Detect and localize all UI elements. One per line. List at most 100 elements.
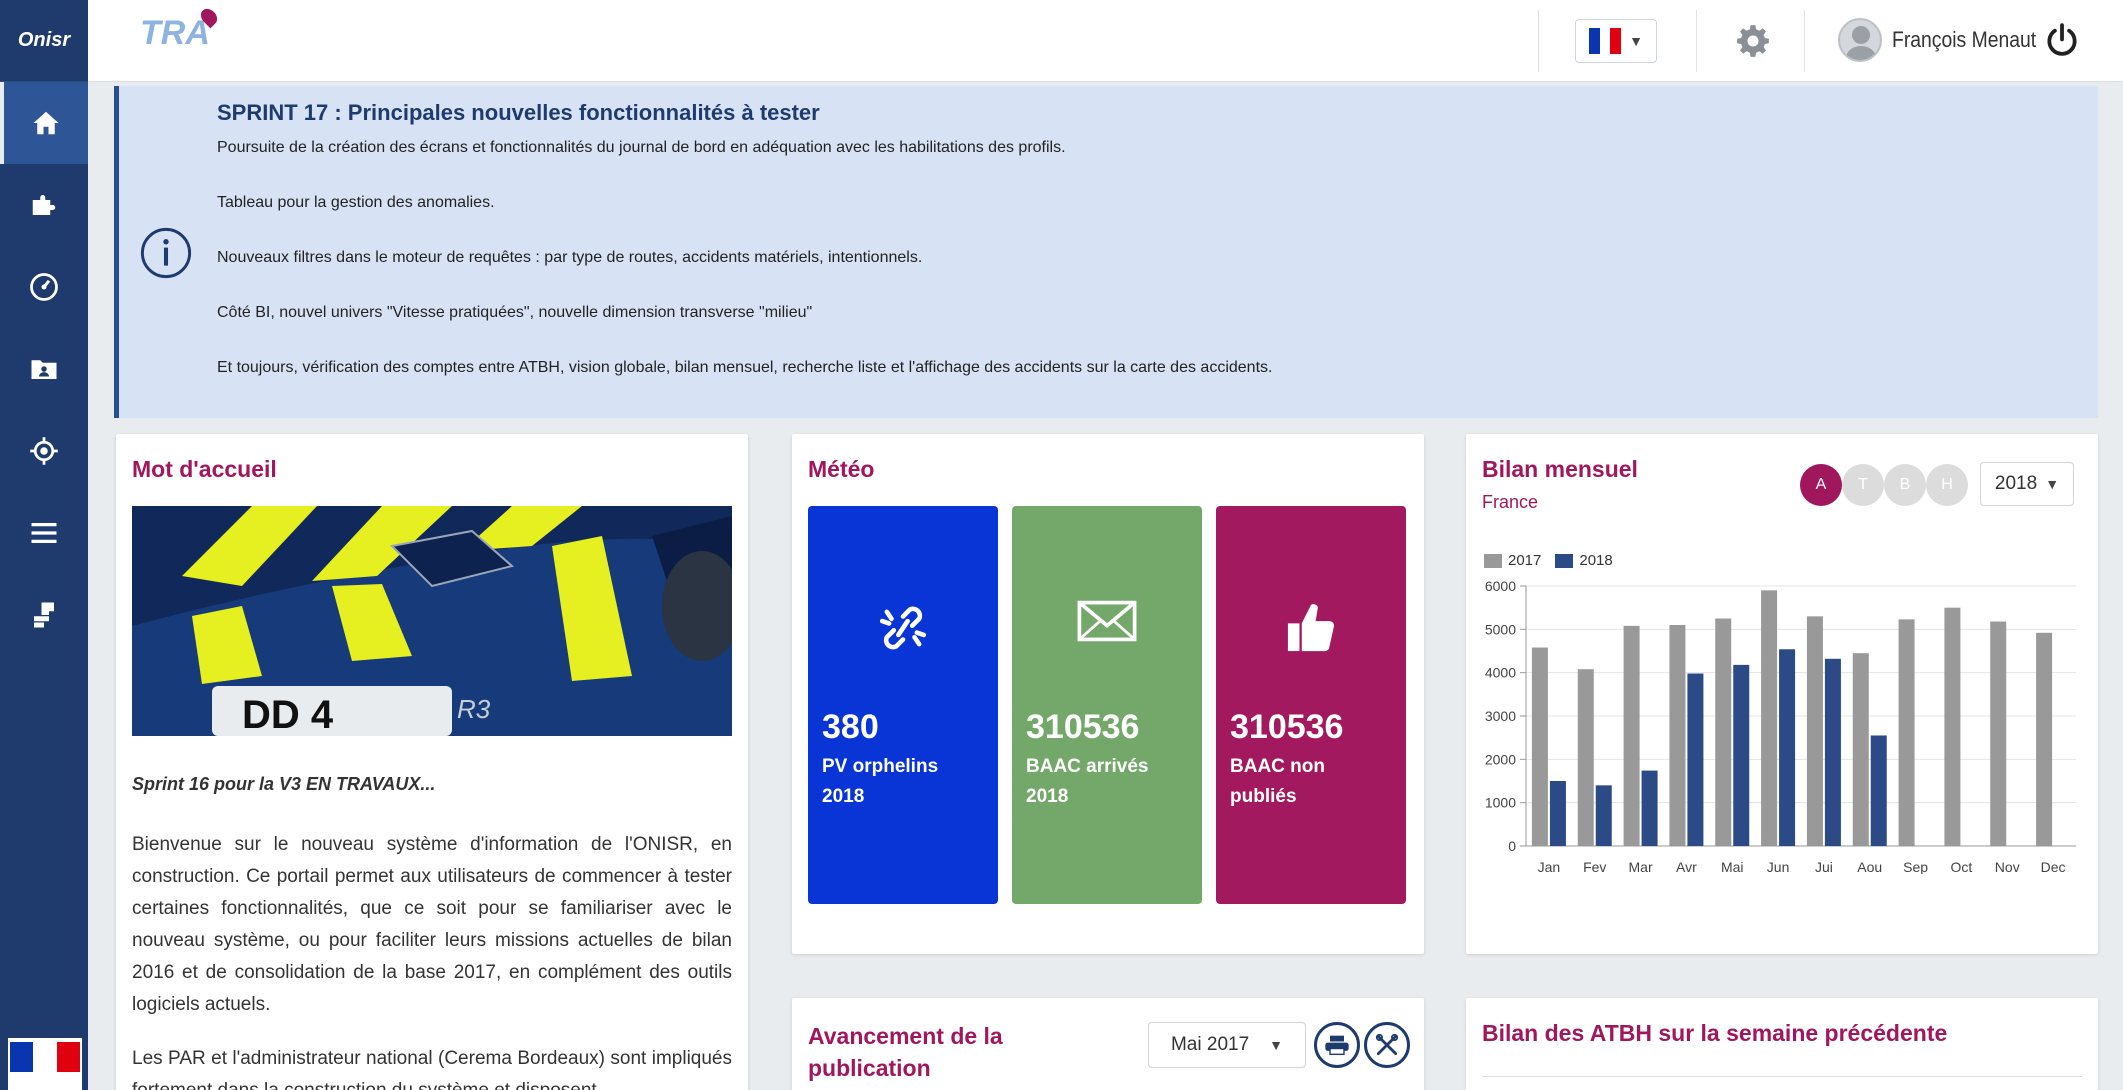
- caret-down-icon: ▼: [1629, 33, 1643, 49]
- filter-h-button[interactable]: H: [1926, 464, 1968, 506]
- user-menu[interactable]: François Menaut: [1838, 18, 2056, 62]
- x-tick-label: Dec: [2041, 859, 2066, 874]
- x-tick-label: Avr: [1676, 859, 1697, 874]
- bar-2017-Sep: [1898, 619, 1915, 846]
- sidebar-item-dashboard[interactable]: [0, 246, 88, 328]
- sidebar-item-home[interactable]: [0, 82, 88, 164]
- menu-icon: [31, 523, 57, 543]
- banner-line: Poursuite de la création des écrans et f…: [217, 139, 1066, 156]
- welcome-subtitle: Sprint 16 pour la V3 EN TRAVAUX...: [132, 774, 436, 794]
- x-tick-label: Jui: [1815, 859, 1833, 874]
- broken-link-icon: [879, 606, 927, 650]
- meteo-card: Météo 380 PV orphelins 2018 310536 BAAC a…: [792, 434, 1424, 954]
- bar-2018-Avr: [1687, 673, 1704, 846]
- tools-icon: [1375, 1033, 1399, 1056]
- y-tick-label: 5000: [1485, 621, 1516, 637]
- welcome-photo: DD 4 R3: [132, 506, 732, 736]
- sidebar-item-menu[interactable]: [0, 492, 88, 574]
- stamp-icon: [34, 602, 54, 628]
- sidebar-item-admin[interactable]: [0, 574, 88, 656]
- banner-line: Côté BI, nouvel univers "Vitesse pratiqu…: [217, 304, 813, 321]
- gear-icon[interactable]: [1734, 22, 1772, 60]
- legend-item[interactable]: 2017: [1484, 552, 1541, 569]
- x-tick-label: Jan: [1538, 859, 1561, 874]
- onisr-logo[interactable]: Onisr: [0, 0, 88, 82]
- user-name: François Menaut: [1892, 27, 2037, 52]
- language-selector[interactable]: ▼: [1575, 19, 1657, 63]
- tools-button[interactable]: [1364, 1022, 1410, 1068]
- info-icon: [140, 227, 192, 279]
- welcome-title: Mot d'accueil: [132, 456, 277, 482]
- bar-2017-Mai: [1715, 618, 1732, 846]
- banner-lines: Poursuite de la création des écrans et f…: [217, 138, 1272, 413]
- tile-value: 310536: [1230, 708, 1344, 746]
- y-tick-label: 2000: [1485, 751, 1516, 767]
- atbh-title: Bilan des ATBH sur la semaine précédente: [1482, 1020, 1948, 1046]
- top-bar: TRA ▼ François Menaut: [88, 0, 2123, 82]
- bilan-mensuel-card: Bilan mensuel France A T B H 2018 ▼ 2017 …: [1466, 434, 2098, 954]
- x-tick-label: Mar: [1629, 859, 1653, 874]
- bar-2018-Fev: [1595, 785, 1612, 846]
- tile-value: 380: [822, 708, 879, 746]
- x-tick-label: Jun: [1767, 859, 1790, 874]
- print-button[interactable]: [1314, 1022, 1360, 1068]
- filter-t-button[interactable]: T: [1842, 464, 1884, 506]
- sidebar-item-folders[interactable]: [0, 328, 88, 410]
- app-logo[interactable]: TRA: [140, 5, 221, 53]
- banner-title: SPRINT 17 : Principales nouvelles foncti…: [217, 100, 820, 125]
- x-tick-label: Nov: [1995, 859, 2020, 874]
- target-icon: [30, 437, 58, 465]
- month-select[interactable]: Mai 2017 ▼: [1148, 1022, 1306, 1068]
- x-tick-label: Fev: [1583, 859, 1606, 874]
- bar-2018-Jan: [1549, 781, 1566, 846]
- power-icon[interactable]: [2043, 22, 2081, 60]
- svg-text:DD 4: DD 4: [242, 693, 334, 736]
- sidebar-item-location[interactable]: [0, 410, 88, 492]
- caret-down-icon: ▼: [2045, 476, 2060, 492]
- welcome-card: Mot d'accueil DD 4 R3 Sprint 16 pour la …: [116, 434, 748, 1090]
- envelope-icon: [1077, 600, 1137, 642]
- legend-item[interactable]: 2018: [1555, 552, 1613, 569]
- tile-label: BAAC arrivés 2018: [1026, 756, 1149, 807]
- bar-2018-Aou: [1870, 735, 1887, 846]
- x-tick-label: Sep: [1903, 859, 1928, 874]
- printer-icon: [1325, 1035, 1349, 1056]
- banner-line: Tableau pour la gestion des anomalies.: [217, 194, 495, 211]
- bar-2018-Mai: [1733, 664, 1750, 846]
- y-tick-label: 4000: [1485, 665, 1516, 681]
- avatar: [1838, 18, 1882, 62]
- fr-flag-icon: [1589, 28, 1622, 54]
- puzzle-icon: [32, 195, 56, 215]
- welcome-paragraph: Les PAR et l'administrateur national (Ce…: [132, 1048, 732, 1090]
- atbh-card: Bilan des ATBH sur la semaine précédente: [1466, 998, 2098, 1090]
- banner-line: Nouveaux filtres dans le moteur de requê…: [217, 249, 923, 266]
- banner-line: Et toujours, vérification des comptes en…: [217, 359, 1273, 376]
- bilan-subtitle: France: [1482, 492, 1539, 512]
- tile-baac-arrives[interactable]: 310536 BAAC arrivés 2018: [1012, 506, 1202, 904]
- bar-2017-Oct: [1944, 607, 1961, 846]
- tile-pv-orphelins[interactable]: 380 PV orphelins 2018: [808, 506, 998, 904]
- bar-2018-Jui: [1824, 658, 1841, 846]
- thumbs-up-icon: [1287, 604, 1335, 652]
- sidebar: Onisr: [0, 0, 88, 1090]
- tile-baac-non-publies[interactable]: 310536 BAAC non publiés: [1216, 506, 1406, 904]
- sidebar-item-modules[interactable]: [0, 164, 88, 246]
- svg-text:R3: R3: [457, 694, 491, 724]
- tile-label: PV orphelins 2018: [822, 756, 939, 807]
- x-tick-label: Mai: [1721, 859, 1744, 874]
- y-tick-label: 3000: [1485, 708, 1516, 724]
- home-icon: [33, 111, 59, 135]
- filter-b-button[interactable]: B: [1884, 464, 1926, 506]
- meteo-title: Météo: [808, 456, 875, 482]
- year-select[interactable]: 2018 ▼: [1980, 462, 2074, 506]
- welcome-text: Bienvenue sur le nouveau système d'infor…: [132, 829, 732, 1090]
- tile-value: 310536: [1026, 708, 1140, 746]
- y-tick-label: 0: [1508, 838, 1516, 854]
- bar-2017-Mar: [1623, 625, 1640, 846]
- bar-2017-Jan: [1531, 647, 1548, 846]
- caret-down-icon: ▼: [1269, 1037, 1284, 1053]
- filter-a-button[interactable]: A: [1800, 464, 1842, 506]
- bar-2017-Jun: [1761, 590, 1778, 846]
- republique-francaise-logo: [8, 1038, 82, 1090]
- speedometer-icon: [30, 273, 58, 301]
